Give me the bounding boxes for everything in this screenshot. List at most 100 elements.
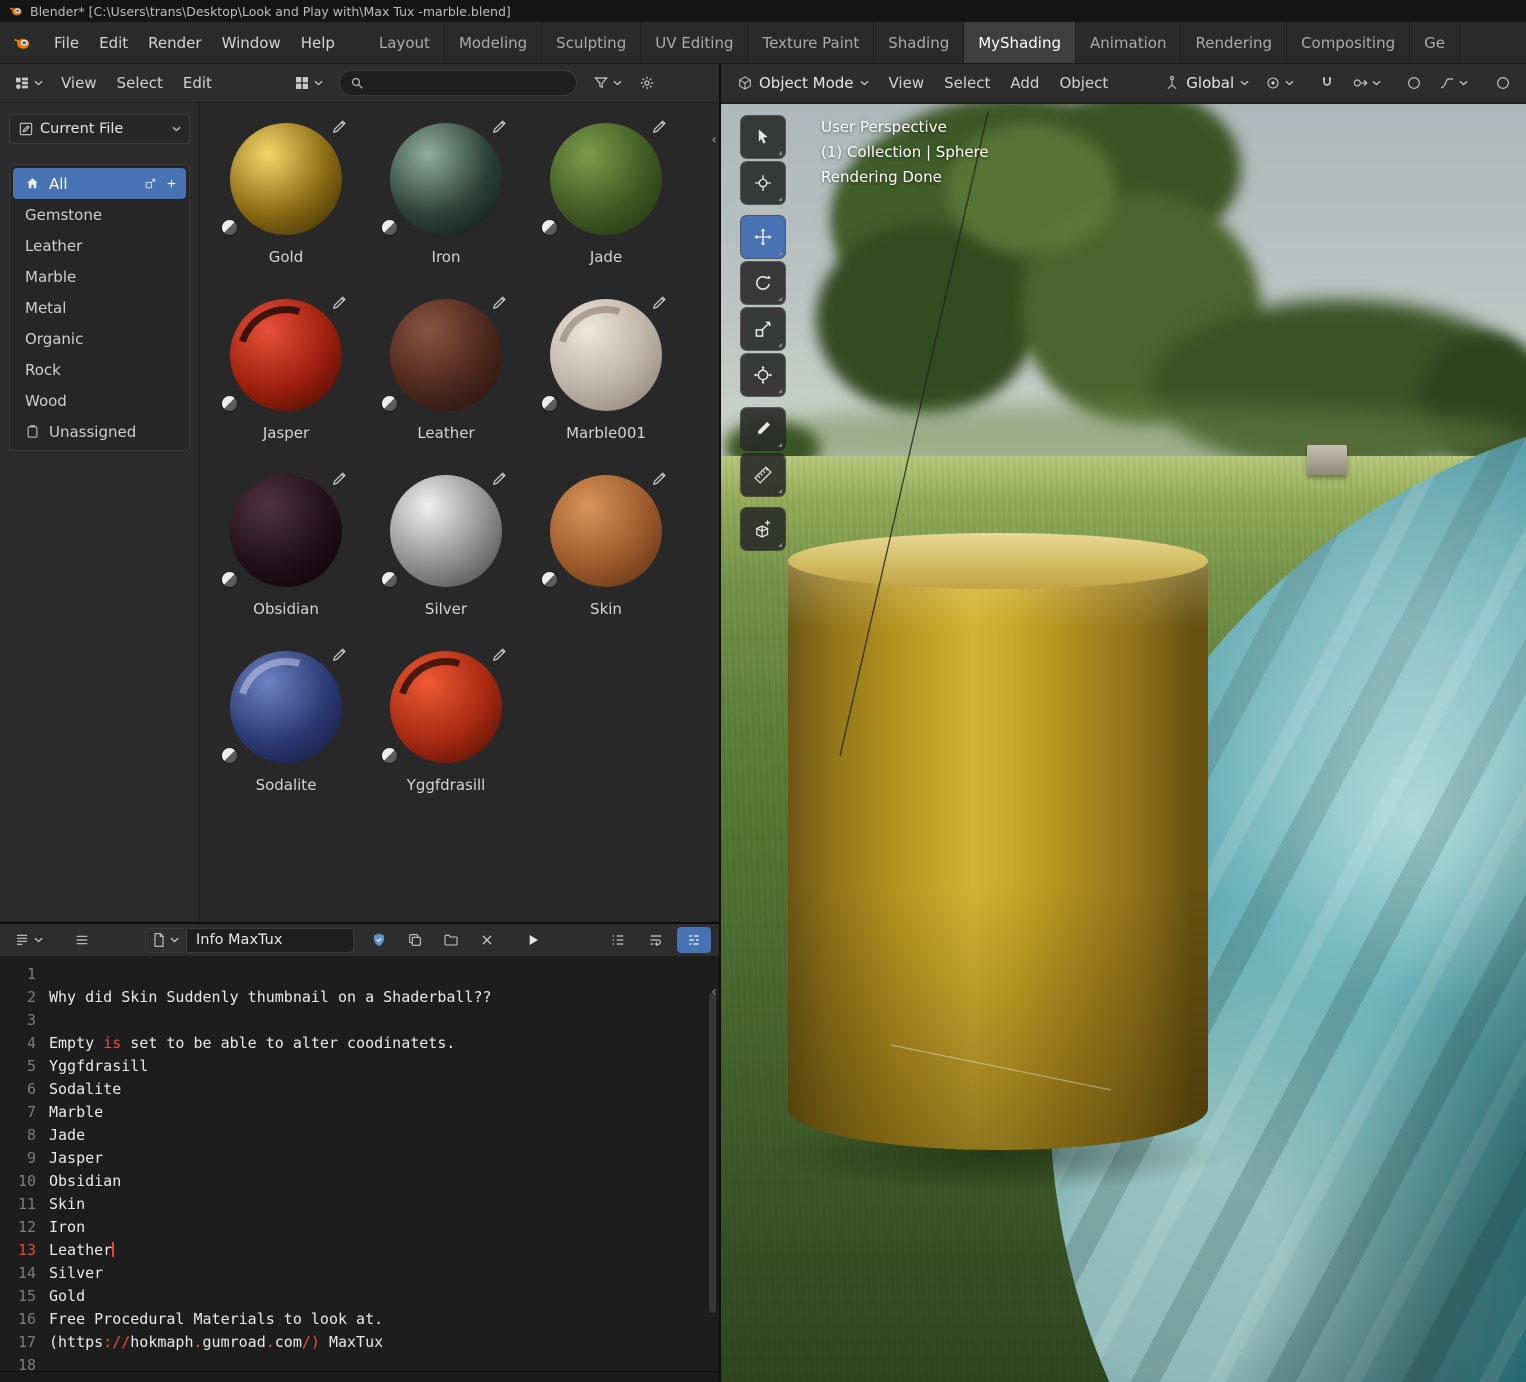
viewport-extra-button[interactable] (1486, 70, 1520, 96)
move-tool[interactable] (741, 216, 785, 258)
editor-type-text-button[interactable] (8, 927, 49, 953)
asset-browser: View Select Edit Current File All Gemsto… (0, 64, 719, 922)
edit-asset-button[interactable] (489, 292, 509, 312)
workspace-tab-compositing[interactable]: Compositing (1287, 22, 1411, 63)
asset-tile-yggfdrasill[interactable]: Yggfdrasill (366, 639, 526, 815)
edit-asset-button[interactable] (329, 468, 349, 488)
workspace-tab-myshading[interactable]: MyShading (964, 22, 1076, 63)
asset-tile-jade[interactable]: Jade (526, 111, 686, 287)
asset-tile-obsidian[interactable]: Obsidian (206, 463, 366, 639)
workspace-tab-uv-editing[interactable]: UV Editing (641, 22, 749, 63)
viewport-scene[interactable]: User Perspective (1) Collection | Sphere R… (721, 104, 1526, 1382)
open-text-button[interactable] (434, 927, 468, 953)
menu-help[interactable]: Help (291, 22, 345, 64)
scale-tool[interactable] (741, 308, 785, 350)
catalog-row-unassigned[interactable]: Unassigned (13, 416, 186, 447)
mode-select[interactable]: Object Mode (729, 70, 877, 97)
rotate-tool[interactable] (741, 262, 785, 304)
catalog-row-marble[interactable]: Marble (13, 261, 186, 292)
blender-menu-icon[interactable] (0, 34, 44, 52)
select-box-tool[interactable] (741, 116, 785, 158)
duplicate-text-button[interactable] (398, 927, 432, 953)
asset-tile-iron[interactable]: Iron (366, 111, 526, 287)
catalog-row-rock[interactable]: Rock (13, 354, 186, 385)
shield-toggle-button[interactable] (362, 927, 396, 953)
add-catalog-icon[interactable] (165, 177, 178, 190)
text-editor-body[interactable]: 1 2 Why did Skin Suddenly thumbnail on a S… (0, 957, 719, 1376)
catalog-row-leather[interactable]: Leather (13, 230, 186, 261)
display-size-button[interactable] (288, 70, 329, 96)
workspace-tab-texture-paint[interactable]: Texture Paint (748, 22, 875, 63)
edit-asset-button[interactable] (489, 468, 509, 488)
menu-window[interactable]: Window (212, 22, 291, 64)
viewport-menu-object[interactable]: Object (1049, 74, 1118, 92)
edit-asset-button[interactable] (649, 116, 669, 136)
pivot-point-select[interactable] (1259, 70, 1300, 96)
scrollbar[interactable] (709, 993, 716, 1313)
run-script-button[interactable] (516, 927, 550, 953)
asset-tile-marble001[interactable]: Marble001 (526, 287, 686, 463)
edit-asset-button[interactable] (489, 116, 509, 136)
edit-asset-button[interactable] (489, 644, 509, 664)
unlink-text-button[interactable] (470, 927, 504, 953)
workspace-tab-modeling[interactable]: Modeling (445, 22, 543, 63)
line-numbers-toggle[interactable] (601, 927, 635, 953)
cursor-tool[interactable] (741, 162, 785, 204)
panel-collapse-arrow-icon[interactable]: ‹ (711, 985, 717, 999)
word-wrap-toggle[interactable] (639, 927, 673, 953)
asset-tile-sodalite[interactable]: Sodalite (206, 639, 366, 815)
edit-asset-button[interactable] (649, 468, 669, 488)
catalog-drag-icon[interactable] (144, 177, 157, 190)
workspace-tab-sculpting[interactable]: Sculpting (542, 22, 642, 63)
proportional-editing-toggle[interactable] (1397, 70, 1431, 96)
workspace-tab-rendering[interactable]: Rendering (1181, 22, 1288, 63)
asset-tile-leather[interactable]: Leather (366, 287, 526, 463)
edit-asset-button[interactable] (329, 116, 349, 136)
chevron-down-icon (613, 80, 622, 86)
asset-tile-jasper[interactable]: Jasper (206, 287, 366, 463)
menu-file[interactable]: File (44, 22, 89, 64)
catalog-row-all[interactable]: All (13, 168, 186, 199)
chevron-down-icon (170, 937, 179, 943)
catalog-row-metal[interactable]: Metal (13, 292, 186, 323)
edit-asset-button[interactable] (329, 644, 349, 664)
workspace-tab-ge[interactable]: Ge (1410, 22, 1460, 63)
asset-menu-edit[interactable]: Edit (173, 74, 222, 92)
asset-tile-skin[interactable]: Skin (526, 463, 686, 639)
menu-render[interactable]: Render (138, 22, 211, 64)
filter-button[interactable] (587, 70, 628, 96)
snap-settings-select[interactable] (1346, 70, 1387, 96)
proportional-falloff-select[interactable] (1433, 70, 1474, 96)
measure-tool[interactable] (741, 454, 785, 496)
add-cube-tool[interactable] (741, 508, 785, 550)
asset-menu-select[interactable]: Select (107, 74, 173, 92)
editor-type-asset-browser-button[interactable] (8, 70, 49, 96)
viewport-menu-add[interactable]: Add (1000, 74, 1049, 92)
edit-asset-button[interactable] (649, 292, 669, 312)
snap-magnet-toggle[interactable] (1310, 70, 1344, 96)
catalog-row-gemstone[interactable]: Gemstone (13, 199, 186, 230)
syntax-highlight-toggle[interactable] (677, 927, 711, 953)
asset-tile-gold[interactable]: Gold (206, 111, 366, 287)
text-datablock-select[interactable] (145, 927, 184, 953)
catalog-row-organic[interactable]: Organic (13, 323, 186, 354)
asset-menu-view[interactable]: View (51, 74, 107, 92)
viewport-menu-select[interactable]: Select (934, 74, 1000, 92)
catalog-row-wood[interactable]: Wood (13, 385, 186, 416)
text-datablock-name-field[interactable]: Info MaxTux (186, 927, 354, 953)
annotate-tool[interactable] (741, 408, 785, 450)
viewport-menu-view[interactable]: View (879, 74, 935, 92)
transform-orientation-select[interactable]: Global (1156, 70, 1257, 97)
asset-tile-silver[interactable]: Silver (366, 463, 526, 639)
transform-tool[interactable] (741, 354, 785, 396)
workspace-tab-animation[interactable]: Animation (1076, 22, 1182, 63)
workspace-tab-layout[interactable]: Layout (365, 22, 445, 63)
asset-source-select[interactable]: Current File (9, 114, 190, 144)
edit-asset-button[interactable] (329, 292, 349, 312)
panel-collapse-arrow-icon[interactable]: ‹ (711, 133, 717, 147)
menu-edit[interactable]: Edit (89, 22, 138, 64)
settings-gear-button[interactable] (630, 70, 664, 96)
asset-search-input[interactable] (338, 70, 577, 96)
editor-menus-button[interactable] (65, 927, 99, 953)
workspace-tab-shading[interactable]: Shading (874, 22, 965, 63)
